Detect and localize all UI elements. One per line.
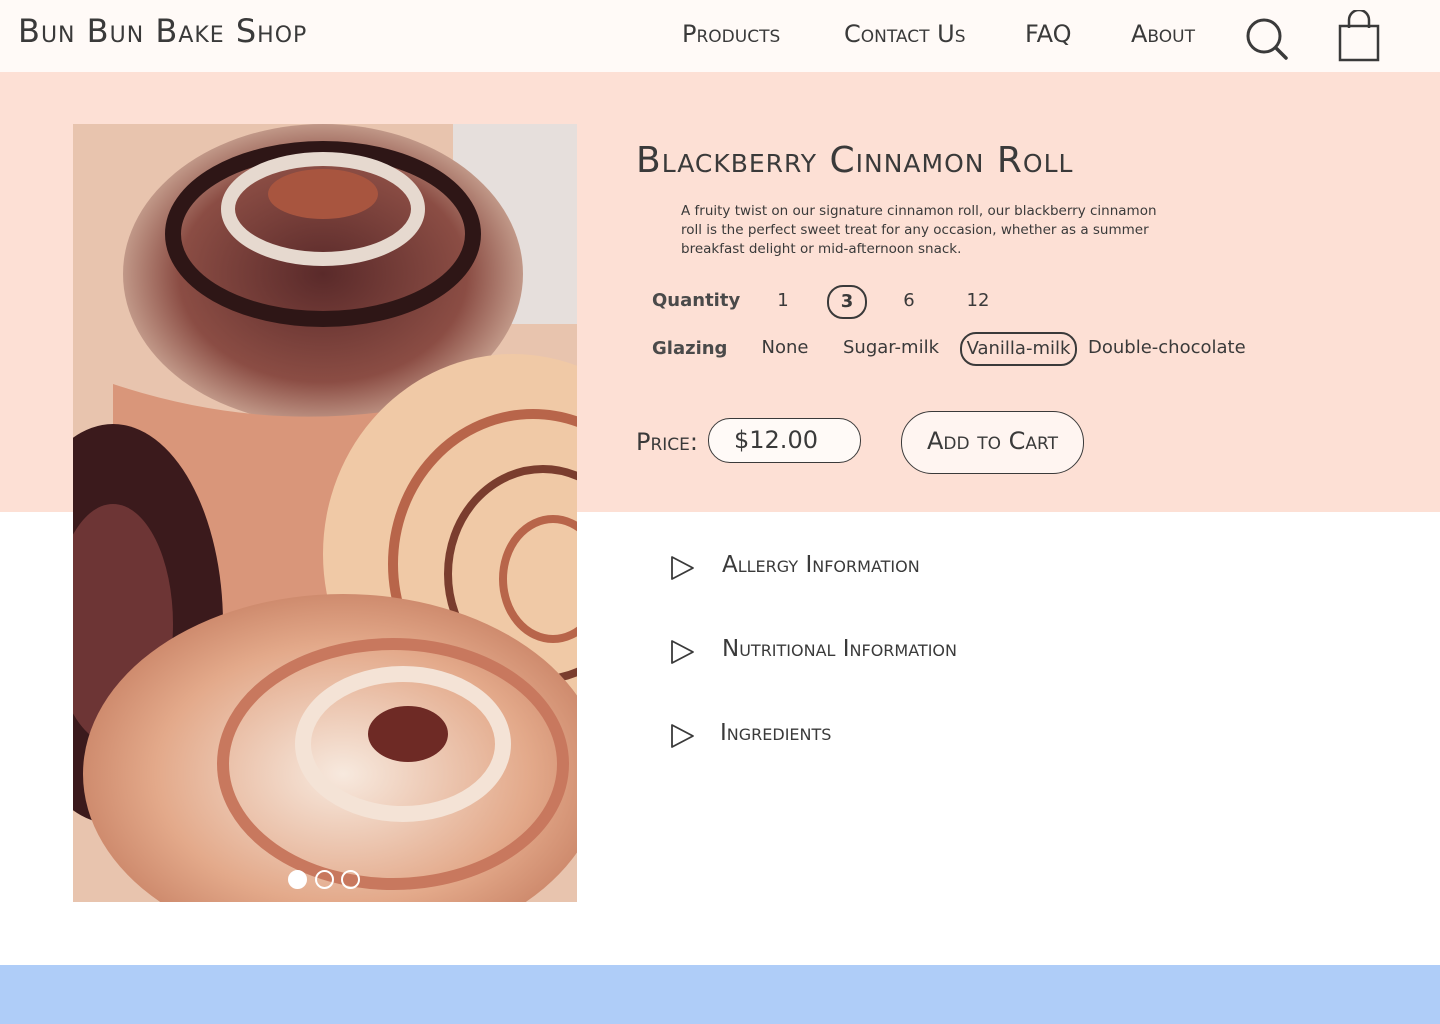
glazing-label: Glazing	[652, 338, 728, 359]
accordion-nutrition-label: Nutritional Information	[722, 636, 957, 662]
price-field: $12.00	[708, 418, 861, 463]
glazing-option-double-chocolate[interactable]: Double-chocolate	[1088, 333, 1246, 367]
carousel-dots	[288, 870, 364, 890]
glazing-option-sugar-milk[interactable]: Sugar-milk	[842, 333, 940, 367]
nav-products[interactable]: Products	[682, 20, 780, 48]
price-label: Price:	[636, 428, 698, 456]
search-button[interactable]	[1244, 16, 1290, 62]
cart-button[interactable]	[1336, 8, 1382, 64]
quantity-option-1[interactable]: 1	[772, 286, 794, 320]
expand-triangle-icon	[671, 724, 694, 748]
product-title: Blackberry Cinnamon Roll	[636, 140, 1074, 181]
shopping-bag-icon	[1338, 8, 1380, 62]
glazing-option-none[interactable]: None	[758, 333, 812, 367]
quantity-option-12[interactable]: 12	[962, 286, 994, 320]
quantity-option-6[interactable]: 6	[898, 286, 920, 320]
quantity-label: Quantity	[652, 290, 741, 311]
quantity-option-3[interactable]: 3	[827, 285, 867, 319]
nav-faq[interactable]: FAQ	[1025, 20, 1072, 48]
product-description: A fruity twist on our signature cinnamon…	[681, 203, 1157, 257]
add-to-cart-button[interactable]: Add to Cart	[901, 411, 1084, 474]
expand-triangle-icon	[671, 556, 694, 580]
cinnamon-roll-photo	[73, 124, 577, 902]
search-icon	[1246, 18, 1288, 60]
nav-contact-us[interactable]: Contact Us	[844, 20, 966, 48]
carousel-dot-2[interactable]	[315, 870, 334, 889]
glazing-option-vanilla-milk[interactable]: Vanilla-milk	[960, 332, 1077, 366]
carousel-dot-3[interactable]	[341, 870, 360, 889]
product-image-carousel[interactable]	[73, 124, 577, 902]
nav-about[interactable]: About	[1131, 20, 1195, 48]
carousel-dot-1[interactable]	[288, 870, 307, 889]
accordion-allergy-label: Allergy Information	[722, 552, 920, 578]
site-logo[interactable]: Bun Bun Bake Shop	[18, 12, 307, 50]
site-header: Bun Bun Bake Shop Products Contact Us FA…	[0, 0, 1440, 72]
expand-triangle-icon	[671, 640, 694, 664]
accordion-ingredients-label: Ingredients	[720, 720, 832, 746]
footer-band	[0, 965, 1440, 1024]
